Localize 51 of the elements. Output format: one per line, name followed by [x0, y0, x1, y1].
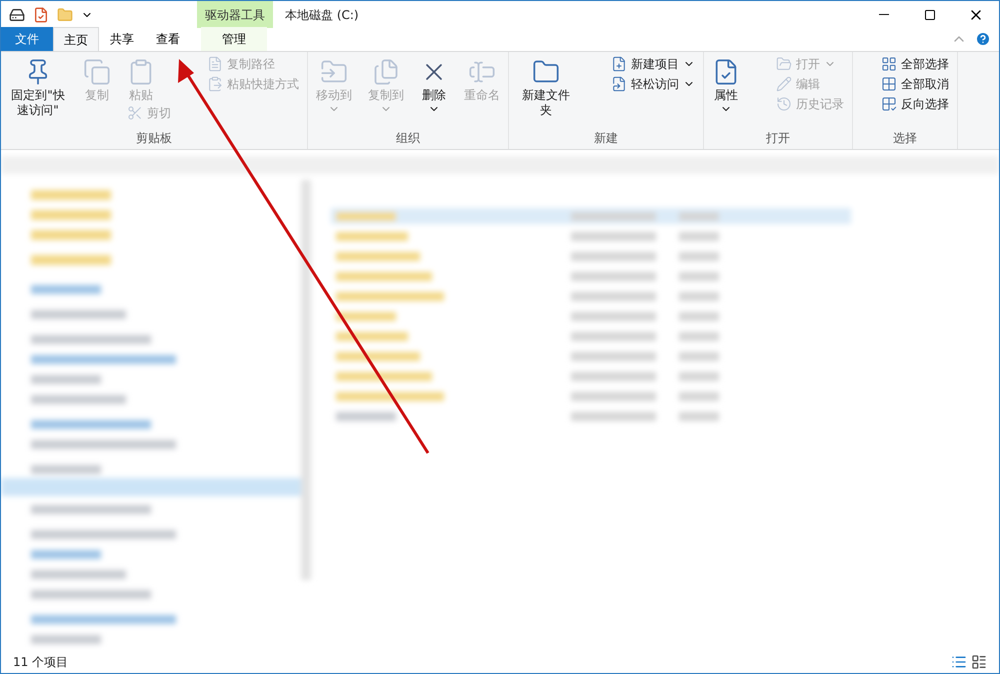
ribbon-large-button[interactable]: 固定到"快速访问"	[5, 54, 71, 118]
ribbon-small-button[interactable]: 新建项目	[607, 54, 699, 74]
window-title: 本地磁盘 (C:)	[285, 6, 359, 24]
button-label: 复制到	[368, 88, 404, 103]
button-label: 固定到"快速访问"	[10, 88, 66, 118]
context-tab-header: 驱动器工具	[197, 1, 273, 28]
grid-icon	[881, 56, 897, 72]
ribbon-tab[interactable]: 主页	[53, 27, 99, 51]
ribbon-group-label: 新建	[593, 131, 619, 147]
ribbon-large-button[interactable]: 新建文件夹	[513, 54, 579, 118]
ribbon-group-label: 打开	[765, 131, 791, 147]
button-label: 移动到	[316, 88, 352, 103]
history-icon	[776, 96, 792, 112]
file-check-icon[interactable]	[33, 6, 49, 22]
ribbon-group-label: 选择	[892, 131, 918, 147]
scissors-icon	[127, 105, 143, 121]
button-label: 属性	[714, 88, 738, 103]
ribbon-small-button[interactable]: 反向选择	[877, 94, 953, 114]
copy-icon	[83, 58, 111, 86]
document-icon	[207, 56, 223, 72]
ribbon-small-button[interactable]: 全部选择	[877, 54, 953, 74]
ribbon-small-button[interactable]: 全部取消	[877, 74, 953, 94]
button-label: 删除	[422, 88, 446, 103]
file-icon	[611, 76, 627, 92]
pencil-icon	[776, 76, 792, 92]
ribbon-tab[interactable]: 管理	[201, 27, 267, 51]
ribbon-tab[interactable]: 文件	[1, 27, 53, 51]
copy-icon	[372, 58, 400, 86]
button-label: 复制	[85, 88, 109, 103]
button-label: 新建文件夹	[521, 88, 571, 118]
maximize-icon	[924, 8, 936, 20]
button-label: 粘贴	[129, 88, 153, 103]
file-plus-icon	[611, 56, 627, 72]
ribbon-small-button[interactable]: 轻松访问	[607, 74, 699, 94]
ribbon-large-button[interactable]: 属性	[708, 54, 744, 115]
paste-icon	[207, 76, 223, 92]
ribbon-group-label: 组织	[395, 131, 421, 147]
details-view-icon[interactable]	[951, 654, 967, 670]
ribbon-group-label: 剪贴板	[135, 131, 173, 147]
folder-icon	[776, 56, 792, 72]
minimize-icon	[879, 14, 889, 15]
ribbon-tab[interactable]: 共享	[99, 27, 145, 51]
ribbon-large-button[interactable]: 删除	[416, 54, 452, 115]
help-icon[interactable]	[975, 31, 991, 47]
button-label: 重命名	[464, 88, 500, 103]
drive-icon[interactable]	[9, 6, 25, 22]
tiles-view-icon[interactable]	[971, 654, 987, 670]
ribbon-tab[interactable]: 查看	[145, 27, 191, 51]
status-item-count: 11 个项目	[13, 654, 68, 671]
grid-icon	[881, 76, 897, 92]
grid-check-icon	[881, 96, 897, 112]
